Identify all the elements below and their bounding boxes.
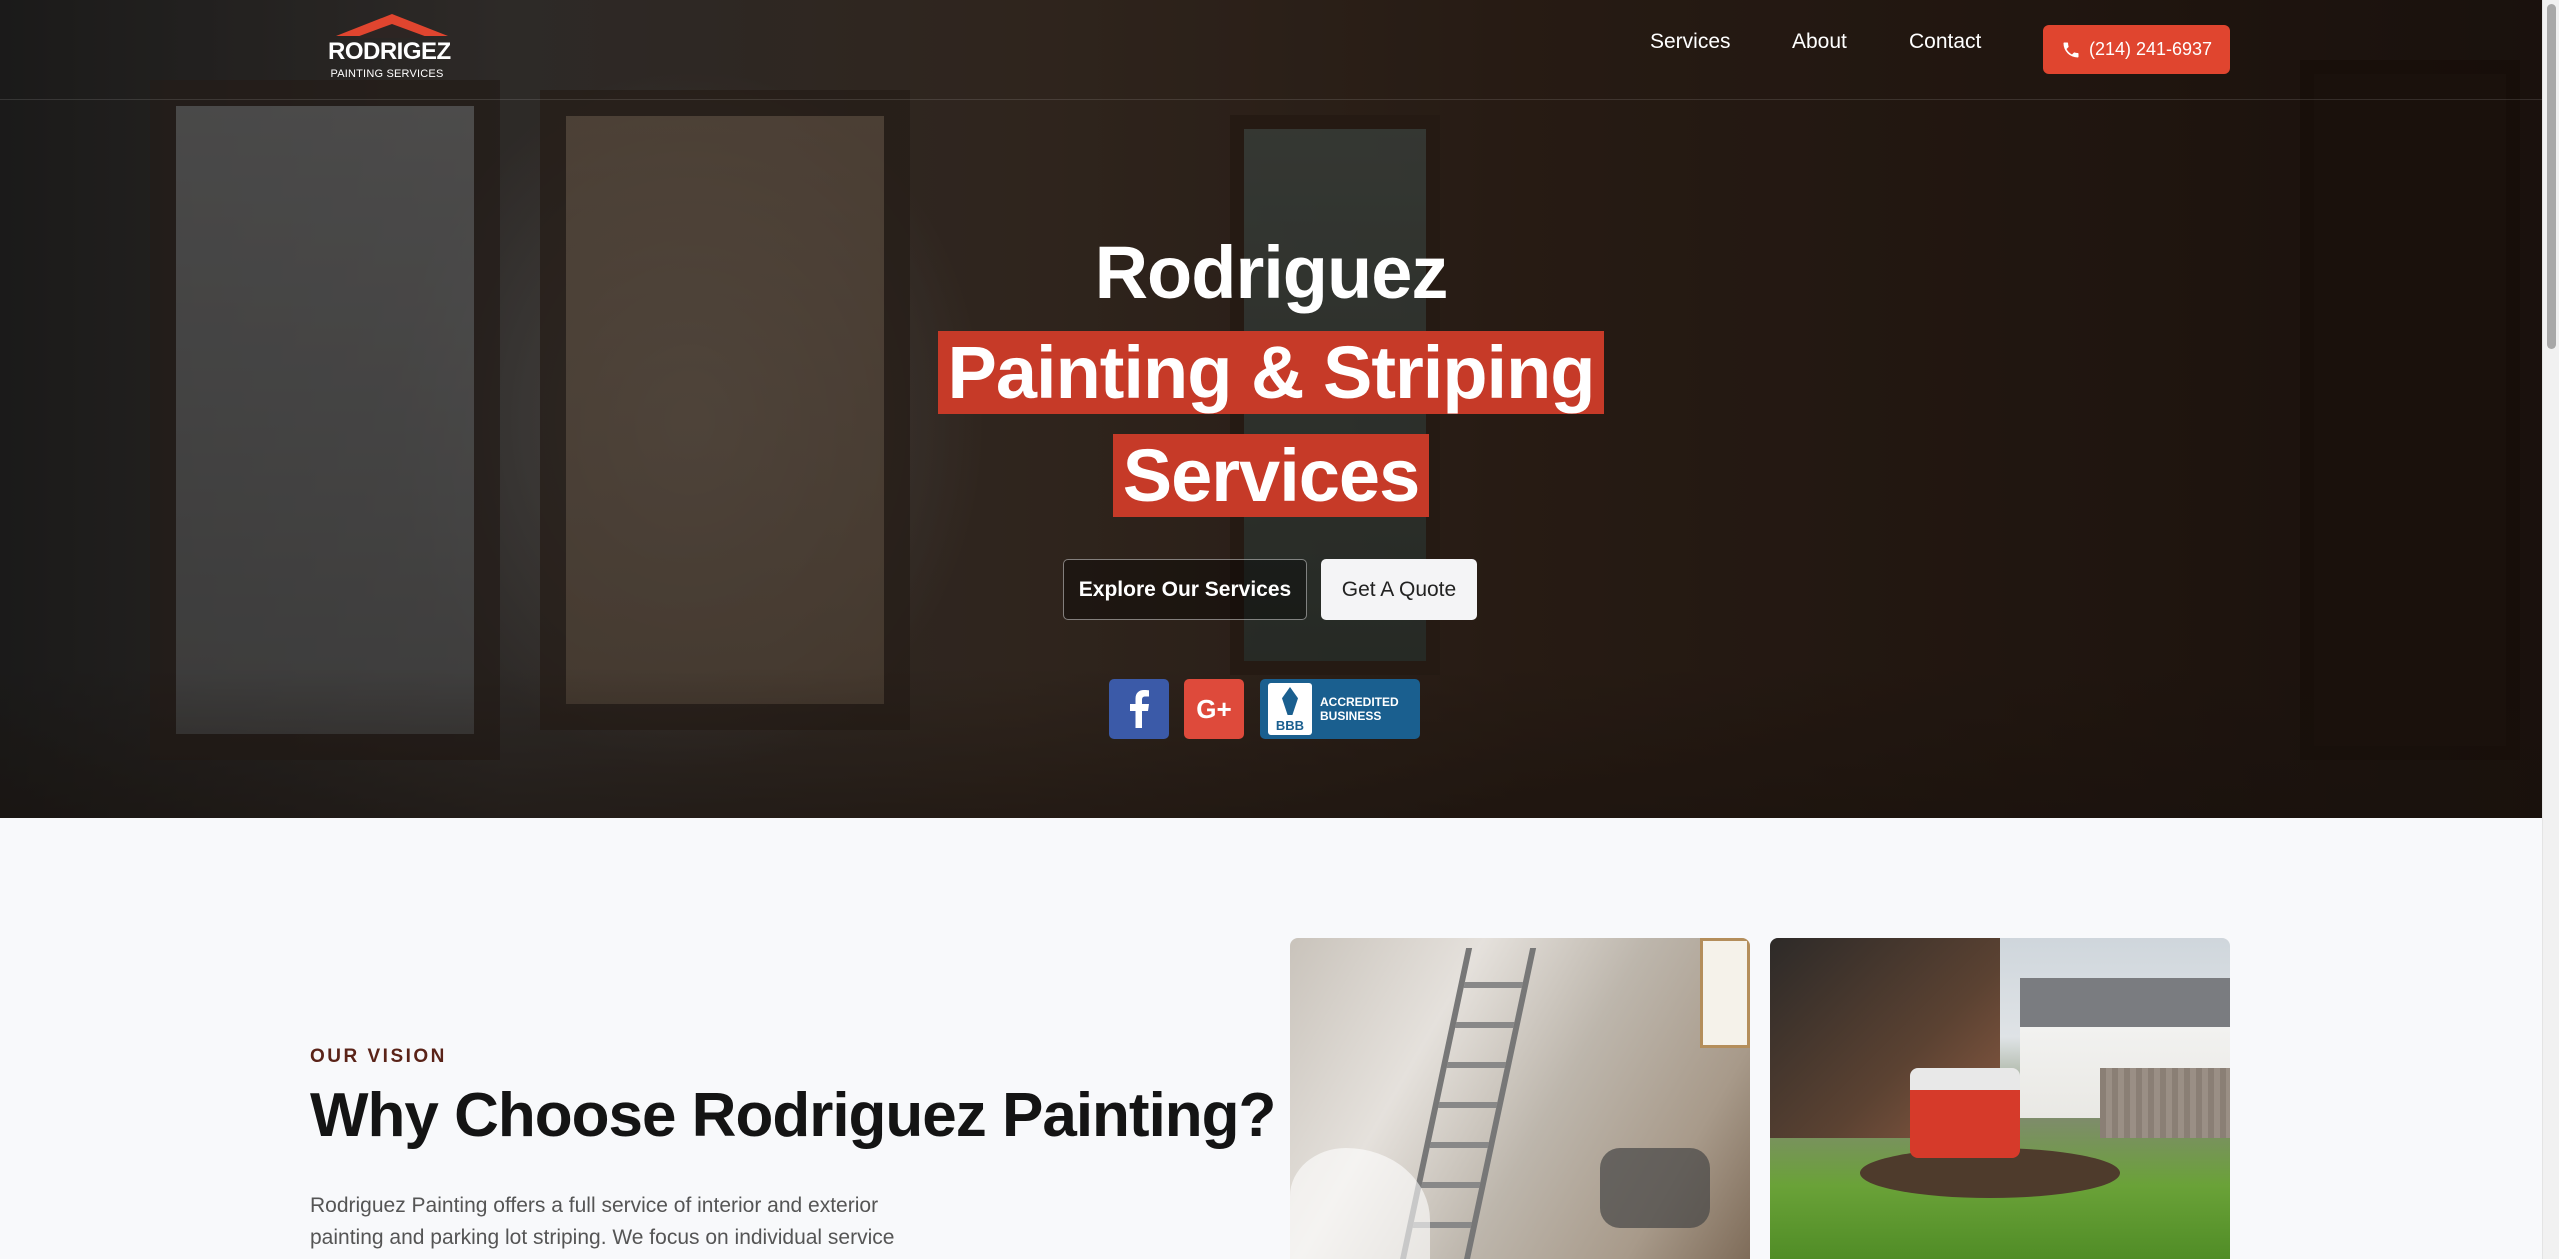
bbb-text: ACCREDITED BUSINESS [1320,695,1399,723]
hero-highlight-2: Services [1112,434,1430,517]
bbb-line1: ACCREDITED [1320,695,1399,709]
get-quote-button[interactable]: Get A Quote [1321,559,1477,620]
facebook-icon [1130,690,1149,728]
photo-fence [2100,1068,2230,1138]
hero-title-line3: Services [0,433,2542,518]
google-plus-icon: G+ [1196,693,1232,724]
hero-section: RODRIGEZ PAINTING SERVICES Services Abou… [0,0,2542,818]
nav-contact[interactable]: Contact [1909,30,1981,54]
hero-title-line2: Painting & Striping [0,330,2542,415]
bbb-torch-icon [1282,687,1298,715]
page-scrollbar[interactable] [2542,0,2559,1259]
photo-skid-steer [1910,1068,2020,1158]
phone-icon [2063,42,2079,57]
logo[interactable]: RODRIGEZ PAINTING SERVICES [328,14,451,86]
bbb-line2: BUSINESS [1320,709,1382,723]
bbb-seal-icon: BBB [1268,683,1312,735]
vision-eyebrow: OUR VISION [310,1046,447,1067]
google-plus-link[interactable]: G+ [1184,679,1244,739]
phone-number: (214) 241-6937 [2088,39,2213,59]
vision-text: Rodriguez Painting offers a full service… [310,1194,895,1249]
site-header: RODRIGEZ PAINTING SERVICES Services Abou… [0,0,2542,100]
vision-title: Why Choose Rodriguez Painting? [310,1081,1276,1150]
nav-about[interactable]: About [1792,30,1847,54]
facebook-link[interactable] [1109,679,1169,739]
hero-title-line1: Rodriguez [1094,231,1449,314]
hero-highlight-1: Painting & Striping [937,331,1605,414]
logo-subtext: PAINTING SERVICES [330,68,444,80]
photo-window [1700,938,1750,1048]
explore-services-button[interactable]: Explore Our Services [1063,559,1307,620]
phone-call-button[interactable]: (214) 241-6937 [2043,25,2230,74]
nav-services[interactable]: Services [1650,30,1731,54]
bbb-accredited-badge[interactable]: BBB ACCREDITED BUSINESS [1260,679,1420,739]
photo-plastic-cover [1290,1148,1430,1259]
logo-roof-inner [354,24,430,38]
photo-covered-chair [1600,1148,1710,1228]
bbb-seal-text: BBB [1275,718,1305,733]
scrollbar-thumb[interactable] [2547,4,2556,349]
logo-text: RODRIGEZ [328,38,451,65]
interior-prep-photo [1290,938,1750,1259]
exterior-work-photo [1770,938,2230,1259]
